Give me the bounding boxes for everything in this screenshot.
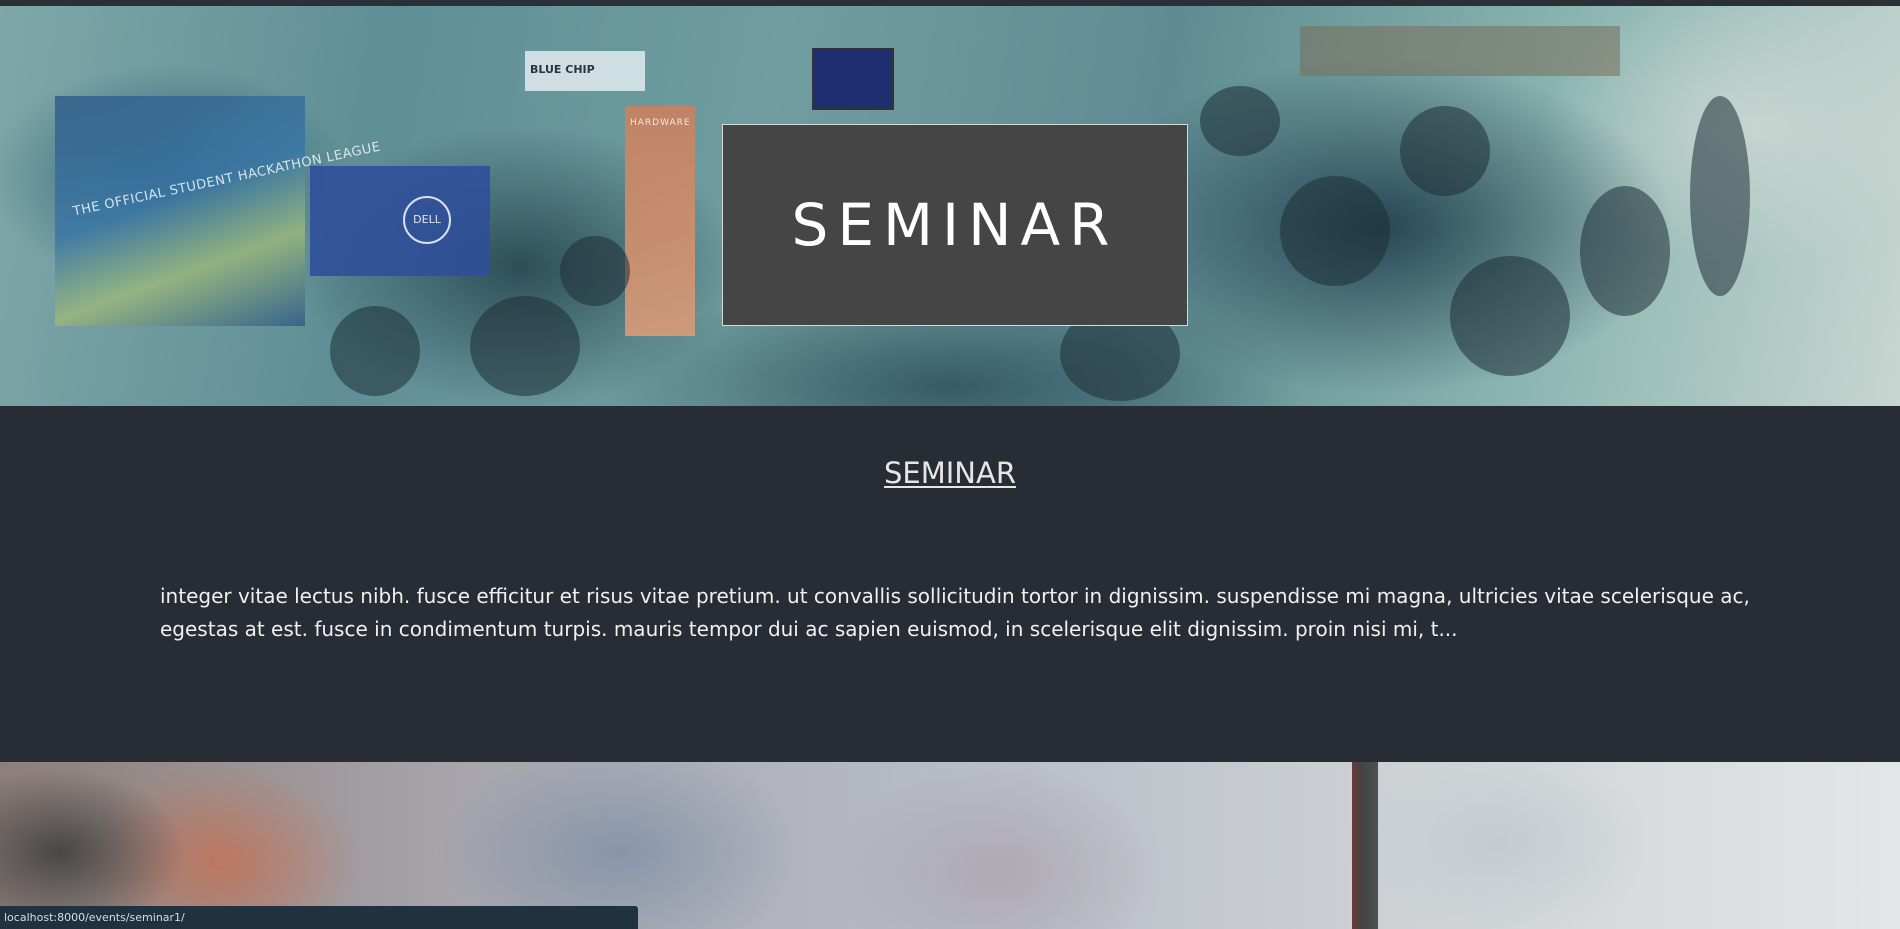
hero-photo-crowd: [560, 236, 630, 306]
next-event-banner-image[interactable]: [0, 762, 1900, 929]
hero-photo-hardware-banner: [625, 106, 695, 336]
hero-photo-crowd: [470, 296, 580, 396]
hero-photo-crowd: [1400, 106, 1490, 196]
hero-photo-crowd: [330, 306, 420, 396]
hero-title: SEMINAR: [791, 191, 1119, 259]
hero-photo-hardware-label: HARDWARE: [630, 118, 691, 128]
hero-photo-crowd: [1580, 186, 1670, 316]
hero-banner-image: THE OFFICIAL STUDENT HACKATHON LEAGUE BL…: [0, 6, 1900, 406]
hero-photo-crowd: [1690, 96, 1750, 296]
hero-photo-lounge: [1300, 26, 1620, 76]
hero-photo-sign-text: BLUE CHIP: [530, 63, 595, 76]
hero-title-box: SEMINAR: [722, 124, 1188, 326]
hero-photo-table: [310, 166, 490, 276]
event-section: SEMINAR integer vitae lectus nibh. fusce…: [0, 406, 1900, 762]
event-title-link[interactable]: SEMINAR: [884, 456, 1016, 490]
event-heading-wrapper: SEMINAR: [0, 456, 1900, 490]
hero-photo-crowd: [1450, 256, 1570, 376]
browser-status-bar: localhost:8000/events/seminar1/: [0, 906, 638, 929]
next-event-photo-pole: [1352, 762, 1378, 929]
event-description: integer vitae lectus nibh. fusce efficit…: [160, 584, 1750, 641]
hero-photo-crowd: [1280, 176, 1390, 286]
hero-photo-crowd: [1200, 86, 1280, 156]
hero-photo-table-logo: DELL: [403, 196, 451, 244]
hero-photo-screen: [812, 48, 894, 110]
